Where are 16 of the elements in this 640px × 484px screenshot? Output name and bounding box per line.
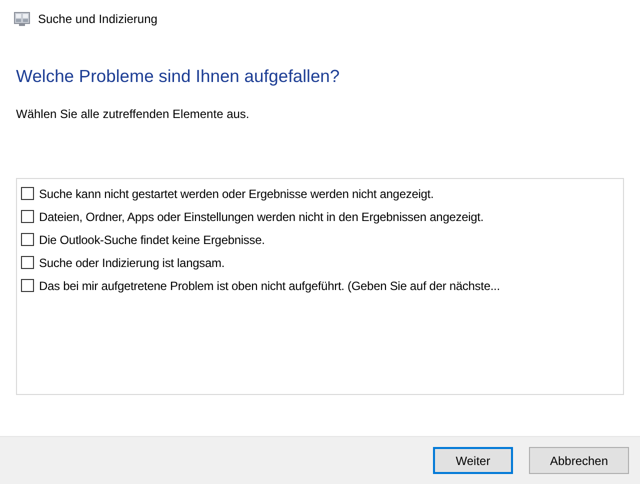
checkbox-label[interactable]: Die Outlook-Suche findet keine Ergebnisse.: [39, 232, 265, 246]
dialog-button[interactable]: Abbrechen: [529, 447, 629, 474]
checkbox-label[interactable]: Suche oder Indizierung ist langsam.: [39, 256, 225, 270]
checkbox[interactable]: [21, 233, 34, 246]
instruction-text: Wählen Sie alle zutreffenden Elemente aus.: [16, 107, 250, 121]
search-indexing-icon: [14, 12, 30, 26]
checkbox-label[interactable]: Dateien, Ordner, Apps oder Einstellungen werden nicht in den Ergebnissen angezeigt.: [39, 210, 484, 224]
checkbox[interactable]: [21, 187, 34, 200]
checkbox[interactable]: [21, 210, 34, 223]
dialog-button[interactable]: Weiter: [433, 447, 513, 474]
checkbox[interactable]: [21, 279, 34, 292]
window-title: Suche und Indizierung: [38, 12, 158, 26]
checkbox-label[interactable]: Suche kann nicht gestartet werden oder Ergebnisse werden nicht angezeigt.: [39, 186, 434, 200]
checkbox[interactable]: [21, 256, 34, 269]
checkbox-label[interactable]: Das bei mir aufgetretene Problem ist oben nicht aufgeführt. (Geben Sie auf der nächste...: [39, 278, 500, 292]
page-heading: Welche Probleme sind Ihnen aufgefallen?: [16, 66, 341, 87]
